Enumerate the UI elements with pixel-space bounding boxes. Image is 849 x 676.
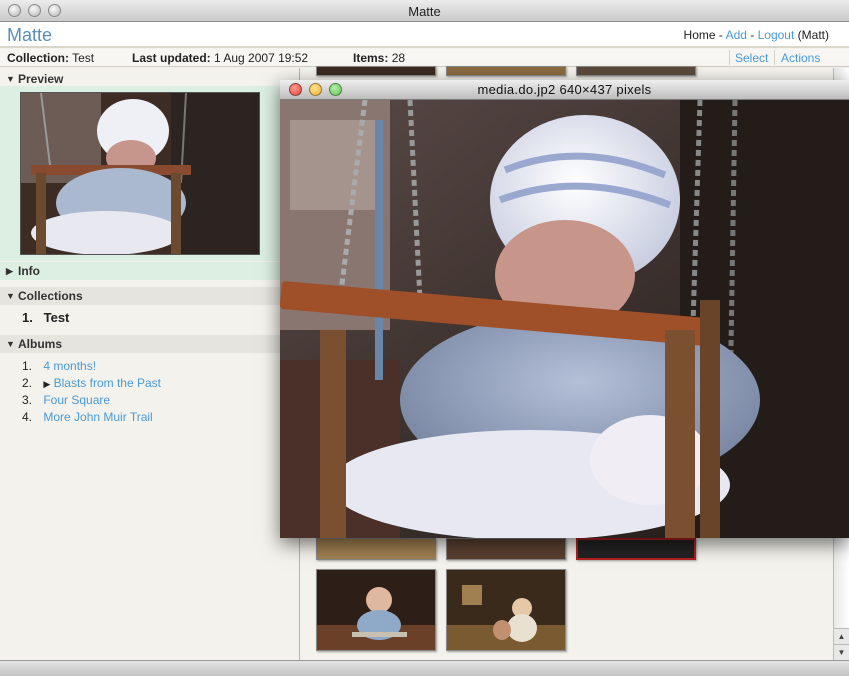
app-header: Matte Home - Add - Logout (Matt) <box>0 22 849 48</box>
info-heading: Info <box>18 264 40 278</box>
current-user: (Matt) <box>797 28 829 42</box>
sidebar: ▼ Preview ▶ Info ▼ Collections 1. Test ▼… <box>0 68 300 660</box>
albums-list: 1. 4 months! 2. ▶ Blasts from the Past 3… <box>22 358 161 426</box>
actions-button[interactable]: Actions <box>781 51 820 65</box>
preview-heading: Preview <box>18 72 64 86</box>
media-title-bar[interactable]: media.do.jp2 640×437 pixels <box>280 80 849 100</box>
list-item-number: 1. <box>22 359 33 373</box>
album-link[interactable]: Four Square <box>43 393 110 407</box>
select-button[interactable]: Select <box>735 51 768 65</box>
album-link[interactable]: 4 months! <box>43 359 96 373</box>
albums-heading: Albums <box>18 337 63 351</box>
collection-info: Collection: Test <box>7 51 94 65</box>
photo-thumbnail[interactable] <box>446 569 566 651</box>
collection-link-test[interactable]: Test <box>44 310 70 325</box>
baby-in-swing-photo <box>280 100 849 538</box>
collections-section-header[interactable]: ▼ Collections <box>0 287 300 305</box>
collections-heading: Collections <box>18 289 83 303</box>
list-item-number: 3. <box>22 393 33 407</box>
items-label: Items: <box>353 51 389 65</box>
photo-thumbnail[interactable] <box>316 538 436 560</box>
photo-thumbnail[interactable] <box>316 66 436 76</box>
nav-separator: - <box>750 28 755 42</box>
list-item-number: 1. <box>22 310 33 325</box>
photo-thumbnail[interactable] <box>316 569 436 651</box>
collection-label: Collection: <box>7 51 69 65</box>
home-link[interactable]: Home <box>684 28 716 42</box>
media-image <box>280 100 849 538</box>
divider <box>774 50 775 65</box>
app-window: Matte Matte Home - Add - Logout (Matt) C… <box>0 0 849 676</box>
updated-value: 1 Aug 2007 19:52 <box>214 51 309 65</box>
list-item[interactable]: 1. Test <box>22 309 69 326</box>
list-item-number: 4. <box>22 410 33 424</box>
scroll-up-icon[interactable]: ▲ <box>834 628 849 644</box>
status-bar <box>0 660 849 676</box>
scroll-down-icon[interactable]: ▼ <box>834 644 849 660</box>
media-window-title: media.do.jp2 640×437 pixels <box>477 82 652 97</box>
list-item[interactable]: 2. ▶ Blasts from the Past <box>22 375 161 392</box>
items-value: 28 <box>391 51 406 65</box>
list-item[interactable]: 1. 4 months! <box>22 358 161 375</box>
photo-thumbnail[interactable] <box>576 66 696 76</box>
disclosure-closed-icon: ▶ <box>6 266 13 276</box>
disclosure-open-icon: ▼ <box>6 339 15 349</box>
collections-list: 1. Test <box>22 309 69 326</box>
add-link[interactable]: Add <box>726 28 747 42</box>
collection-value: Test <box>72 51 95 65</box>
divider <box>729 50 730 65</box>
info-section-header[interactable]: ▶ Info <box>0 262 300 280</box>
top-nav: Home - Add - Logout (Matt) <box>684 28 829 42</box>
albums-section-header[interactable]: ▼ Albums <box>0 335 300 353</box>
list-item-number: 2. <box>22 376 33 390</box>
nav-separator: - <box>718 28 723 42</box>
media-viewer-window: media.do.jp2 640×437 pixels <box>280 80 849 538</box>
items-info: Items: 28 <box>353 51 405 65</box>
photo-thumbnail-selected[interactable] <box>576 538 696 560</box>
collection-info-bar: Collection: Test Last updated: 1 Aug 200… <box>0 49 849 67</box>
photo-thumbnail[interactable] <box>446 538 566 560</box>
disclosure-open-icon: ▼ <box>6 291 15 301</box>
updated-label: Last updated: <box>132 51 211 65</box>
children-photo-image <box>447 570 565 650</box>
list-item[interactable]: 3. Four Square <box>22 392 161 409</box>
title-bar: Matte <box>0 0 849 22</box>
album-link[interactable]: More John Muir Trail <box>43 410 152 424</box>
list-item[interactable]: 4. More John Muir Trail <box>22 409 161 426</box>
preview-panel <box>0 86 300 261</box>
window-title: Matte <box>408 4 441 19</box>
photo-thumbnail[interactable] <box>446 66 566 76</box>
baby-photo-image <box>317 570 435 650</box>
preview-thumbnail[interactable] <box>20 92 260 255</box>
album-link[interactable]: Blasts from the Past <box>54 376 161 390</box>
baby-in-swing-image <box>21 93 259 254</box>
logout-link[interactable]: Logout <box>758 28 795 42</box>
updated-info: Last updated: 1 Aug 2007 19:52 <box>132 51 308 65</box>
disclosure-closed-icon[interactable]: ▶ <box>43 379 50 389</box>
app-name[interactable]: Matte <box>7 25 52 46</box>
